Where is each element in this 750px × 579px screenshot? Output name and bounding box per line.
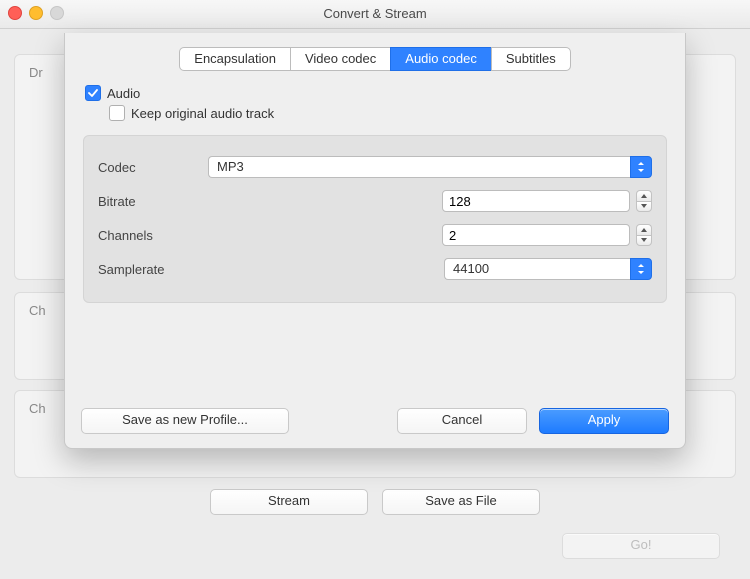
audio-checkbox[interactable]: [85, 85, 101, 101]
bitrate-input[interactable]: [442, 190, 630, 212]
close-icon[interactable]: [8, 6, 22, 20]
stepper-up-icon[interactable]: [636, 224, 652, 235]
window-title: Convert & Stream: [323, 6, 426, 21]
tab-audio-codec[interactable]: Audio codec: [390, 47, 492, 71]
codec-select-value: MP3: [208, 156, 630, 178]
channels-label: Channels: [98, 228, 208, 243]
updown-icon: [630, 258, 652, 280]
channels-stepper[interactable]: [636, 224, 652, 246]
audio-settings: Codec MP3 Bitrate: [83, 135, 667, 303]
panel1-label: Dr: [29, 65, 43, 80]
samplerate-label: Samplerate: [98, 262, 208, 277]
codec-label: Codec: [98, 160, 208, 175]
stepper-down-icon[interactable]: [636, 235, 652, 247]
bitrate-label: Bitrate: [98, 194, 208, 209]
samplerate-select[interactable]: 44100: [444, 258, 652, 280]
stream-button[interactable]: Stream: [210, 489, 368, 515]
tab-encapsulation[interactable]: Encapsulation: [179, 47, 291, 71]
keep-original-checkbox[interactable]: [109, 105, 125, 121]
codec-select[interactable]: MP3: [208, 156, 652, 178]
tab-bar: Encapsulation Video codec Audio codec Su…: [65, 47, 685, 71]
keep-original-label: Keep original audio track: [131, 106, 274, 121]
cancel-button[interactable]: Cancel: [397, 408, 527, 434]
sheet-footer: Save as new Profile... Cancel Apply: [81, 408, 669, 434]
audio-checkbox-label: Audio: [107, 86, 140, 101]
channels-input[interactable]: [442, 224, 630, 246]
stepper-down-icon[interactable]: [636, 201, 652, 213]
updown-icon: [630, 156, 652, 178]
bitrate-stepper[interactable]: [636, 190, 652, 212]
save-as-file-button[interactable]: Save as File: [382, 489, 540, 515]
tab-video-codec[interactable]: Video codec: [290, 47, 391, 71]
profile-sheet: Encapsulation Video codec Audio codec Su…: [64, 33, 686, 449]
go-button: Go!: [562, 533, 720, 559]
background-buttons: Stream Save as File: [0, 489, 750, 515]
panel2-label: Ch: [29, 303, 46, 318]
main-window: Convert & Stream Dr Ch Ch Stream Save as…: [0, 0, 750, 579]
stepper-up-icon[interactable]: [636, 190, 652, 201]
panel3-label: Ch: [29, 401, 46, 416]
samplerate-select-value: 44100: [444, 258, 630, 280]
titlebar: Convert & Stream: [0, 0, 750, 29]
apply-button[interactable]: Apply: [539, 408, 669, 434]
save-profile-button[interactable]: Save as new Profile...: [81, 408, 289, 434]
window-controls: [8, 6, 64, 20]
zoom-icon: [50, 6, 64, 20]
minimize-icon[interactable]: [29, 6, 43, 20]
tab-subtitles[interactable]: Subtitles: [491, 47, 571, 71]
